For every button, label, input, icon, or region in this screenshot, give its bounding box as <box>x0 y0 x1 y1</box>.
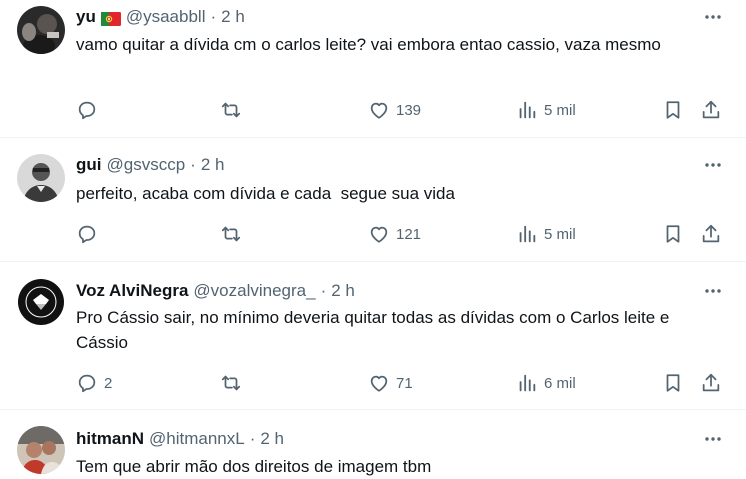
avatar[interactable] <box>17 6 65 54</box>
retweet-icon <box>220 372 242 394</box>
reply-button[interactable] <box>76 98 104 122</box>
retweet-button[interactable] <box>220 371 242 395</box>
share-button[interactable] <box>700 98 722 122</box>
avatar[interactable] <box>17 426 65 474</box>
tweet[interactable]: Voz AlviNegra @vozalvinegra_ · 2 h Pro C… <box>0 262 746 410</box>
share-icon <box>700 99 722 121</box>
timestamp[interactable]: 2 h <box>221 7 245 27</box>
retweet-button[interactable] <box>220 222 242 246</box>
bookmark-button[interactable] <box>662 98 684 122</box>
bookmark-icon <box>662 372 684 394</box>
timestamp[interactable]: 2 h <box>260 429 284 449</box>
bookmark-button[interactable] <box>662 371 684 395</box>
like-button[interactable]: 71 <box>368 371 413 395</box>
display-name[interactable]: gui <box>76 155 102 175</box>
views-count: 5 mil <box>544 225 576 243</box>
like-button[interactable]: 139 <box>368 98 421 122</box>
reply-icon <box>76 372 98 394</box>
display-name[interactable]: Voz AlviNegra <box>76 281 188 301</box>
share-icon <box>700 223 722 245</box>
reply-icon <box>76 223 98 245</box>
tweet[interactable]: hitmanN @hitmannxL · 2 h Tem que abrir m… <box>0 410 746 479</box>
like-count: 121 <box>396 225 422 243</box>
tweet-text: Pro Cássio sair, no mínimo deveria quita… <box>76 308 675 352</box>
views-icon <box>516 223 538 245</box>
action-bar: 139 5 mil <box>76 98 726 122</box>
reply-button[interactable] <box>76 222 104 246</box>
retweet-icon <box>220 99 242 121</box>
user-handle[interactable]: @gsvsccp <box>107 155 186 175</box>
like-button[interactable]: 121 <box>368 222 421 246</box>
more-horizontal-icon[interactable] <box>702 155 724 175</box>
reply-count: 2 <box>104 374 113 392</box>
avatar[interactable] <box>17 278 65 326</box>
views-icon <box>516 99 538 121</box>
timestamp[interactable]: 2 h <box>331 281 355 301</box>
views-button[interactable]: 5 mil <box>516 222 576 246</box>
tweet-text: Tem que abrir mão dos direitos de imagem… <box>76 457 432 476</box>
more-horizontal-icon[interactable] <box>702 429 724 449</box>
more-horizontal-icon[interactable] <box>702 7 724 27</box>
views-button[interactable]: 5 mil <box>516 98 576 122</box>
avatar[interactable] <box>17 154 65 202</box>
retweet-icon <box>220 223 242 245</box>
reply-icon <box>76 99 98 121</box>
action-bar: 2 71 6 mil <box>76 371 726 395</box>
bookmark-button[interactable] <box>662 222 684 246</box>
separator-dot: · <box>210 7 217 26</box>
reply-button[interactable]: 2 <box>76 371 112 395</box>
like-count: 139 <box>396 101 422 119</box>
views-count: 6 mil <box>544 374 576 392</box>
like-icon <box>368 99 390 121</box>
tweet[interactable]: gui @gsvsccp · 2 h perfeito, acaba com d… <box>0 138 746 262</box>
like-count: 71 <box>396 374 413 392</box>
share-icon <box>700 372 722 394</box>
tweet[interactable]: yu @ysaabbll · 2 h vamo quitar a dívida … <box>0 0 746 138</box>
user-handle[interactable]: @vozalvinegra_ <box>193 281 315 301</box>
portugal-flag-icon <box>100 11 121 26</box>
display-name[interactable]: yu <box>76 7 96 27</box>
separator-dot: · <box>249 429 256 448</box>
share-button[interactable] <box>700 222 722 246</box>
user-handle[interactable]: @hitmannxL <box>149 429 245 449</box>
share-button[interactable] <box>700 371 722 395</box>
bookmark-icon <box>662 99 684 121</box>
tweet-text: vamo quitar a dívida cm o carlos leite? … <box>76 35 661 54</box>
tweet-text: perfeito, acaba com dívida e cada segue … <box>76 184 455 203</box>
timestamp[interactable]: 2 h <box>201 155 225 175</box>
bookmark-icon <box>662 223 684 245</box>
like-icon <box>368 372 390 394</box>
retweet-button[interactable] <box>220 98 242 122</box>
user-handle[interactable]: @ysaabbll <box>126 7 206 27</box>
views-button[interactable]: 6 mil <box>516 371 576 395</box>
views-count: 5 mil <box>544 101 576 119</box>
separator-dot: · <box>320 281 327 300</box>
more-horizontal-icon[interactable] <box>702 281 724 301</box>
separator-dot: · <box>190 155 196 174</box>
action-bar: 121 5 mil <box>76 222 726 246</box>
views-icon <box>516 372 538 394</box>
display-name[interactable]: hitmanN <box>76 429 144 449</box>
like-icon <box>368 223 390 245</box>
